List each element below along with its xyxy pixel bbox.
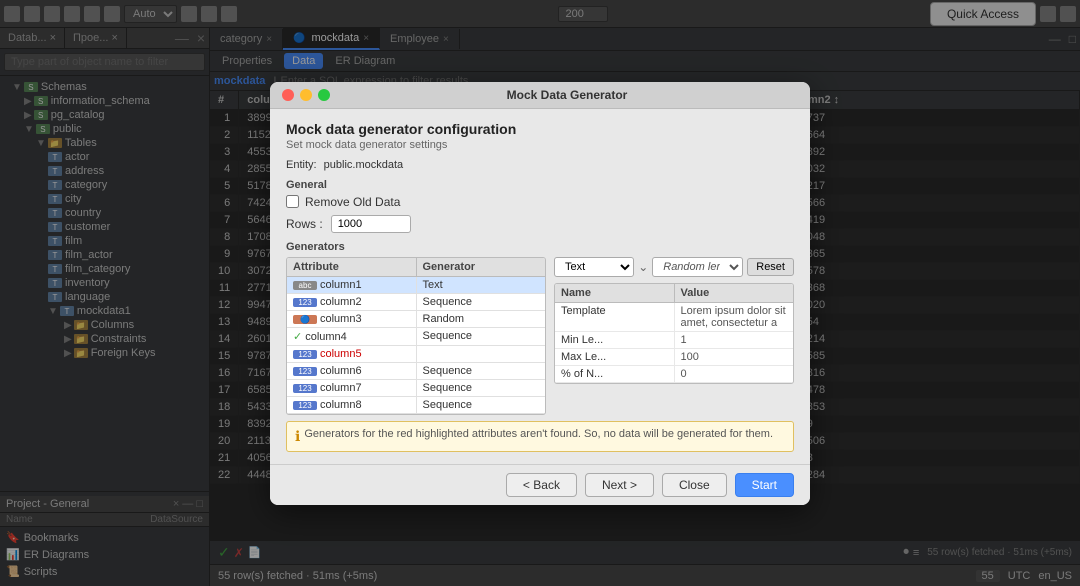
col-type-icon: 123 — [293, 298, 317, 307]
modal-titlebar: Mock Data Generator — [270, 82, 810, 109]
close-button[interactable]: Close — [662, 473, 727, 497]
right-panel: Text ⌄ Random ler Reset Name Value — [554, 257, 794, 415]
param-row-minle: Min Le... 1 — [555, 332, 793, 349]
param-row-template: Template Lorem ipsum dolor sit amet, con… — [555, 303, 793, 332]
param-name: Template — [555, 303, 675, 331]
gen-row-column6[interactable]: 123column6 Sequence — [287, 363, 545, 380]
gen-cell-attr: ✓column4 — [287, 328, 417, 345]
gen-cell-gen: Sequence — [417, 380, 546, 396]
col-type-icon: 123 — [293, 350, 317, 359]
modal-body: Mock data generator configuration Set mo… — [270, 109, 810, 464]
param-row-maxle: Max Le... 100 — [555, 349, 793, 366]
param-value[interactable]: 0 — [675, 366, 794, 382]
gen-name-select[interactable]: Random ler — [652, 257, 743, 277]
param-name: Max Le... — [555, 349, 675, 365]
gen-cell-attr: 123column7 — [287, 380, 417, 396]
params-table: Name Value Template Lorem ipsum dolor si… — [554, 283, 794, 384]
modal-subheader: Set mock data generator settings — [286, 139, 794, 151]
modal-footer: < Back Next > Close Start — [270, 464, 810, 505]
gen-col-generator: Generator — [417, 258, 546, 276]
check-icon: ✓ — [293, 331, 302, 343]
remove-old-data-checkbox[interactable] — [286, 195, 299, 208]
gen-cell-attr: 123column6 — [287, 363, 417, 379]
gen-cell-attr: 123column8 — [287, 397, 417, 413]
param-value[interactable]: Lorem ipsum dolor sit amet, consectetur … — [675, 303, 794, 331]
rows-row: Rows : — [286, 215, 794, 233]
param-row-pctn: % of N... 0 — [555, 366, 793, 383]
gen-row-column2[interactable]: 123column2 Sequence — [287, 294, 545, 311]
params-col-value: Value — [675, 284, 794, 302]
gen-col-attr: Attribute — [287, 258, 417, 276]
next-button[interactable]: Next > — [585, 473, 654, 497]
params-header: Name Value — [555, 284, 793, 303]
generators-area: Attribute Generator abccolumn1 Text 123c… — [286, 257, 794, 415]
generator-table: Attribute Generator abccolumn1 Text 123c… — [286, 257, 546, 415]
rows-input[interactable] — [331, 215, 411, 233]
param-value[interactable]: 1 — [675, 332, 794, 348]
gen-row-column5[interactable]: 123column5 — [287, 346, 545, 363]
modal-title: Mock Data Generator — [336, 88, 798, 102]
gen-cell-attr: 123column2 — [287, 294, 417, 310]
col-type-icon: 123 — [293, 367, 317, 376]
col-type-icon: abc — [293, 281, 317, 290]
back-button[interactable]: < Back — [506, 473, 577, 497]
col-type-icon: 123 — [293, 401, 317, 410]
gen-cell-gen: Random — [417, 311, 546, 327]
warning-row: ℹ Generators for the red highlighted att… — [286, 421, 794, 452]
remove-old-data-label: Remove Old Data — [305, 195, 400, 209]
param-value[interactable]: 100 — [675, 349, 794, 365]
general-section-label: General — [286, 179, 794, 191]
rows-label: Rows : — [286, 217, 323, 231]
gen-cell-attr: 123column5 — [287, 346, 417, 362]
gen-cell-attr: 🔵column3 — [287, 311, 417, 327]
gen-row-column4[interactable]: ✓column4 Sequence — [287, 328, 545, 346]
chevron-icon: ⌄ — [638, 260, 648, 274]
reset-button[interactable]: Reset — [747, 258, 794, 276]
gen-row-column1[interactable]: abccolumn1 Text — [287, 277, 545, 294]
entity-label: Entity: — [286, 159, 317, 171]
col-type-icon: 🔵 — [293, 315, 317, 324]
gen-type-row: Text ⌄ Random ler Reset — [554, 257, 794, 277]
gen-cell-gen: Sequence — [417, 328, 546, 344]
gen-cell-gen: Sequence — [417, 363, 546, 379]
gen-table-header: Attribute Generator — [287, 258, 545, 277]
entity-value: public.mockdata — [324, 159, 404, 171]
generators-label: Generators — [286, 241, 794, 253]
modal-overlay: Mock Data Generator Mock data generator … — [0, 0, 1080, 586]
modal-dialog: Mock Data Generator Mock data generator … — [270, 82, 810, 505]
gen-row-column8[interactable]: 123column8 Sequence — [287, 397, 545, 414]
gen-cell-gen: Sequence — [417, 397, 546, 413]
gen-cell-gen — [417, 352, 546, 356]
gen-type-select[interactable]: Text — [554, 257, 634, 277]
param-name: Min Le... — [555, 332, 675, 348]
gen-cell-gen: Sequence — [417, 294, 546, 310]
modal-minimize-btn[interactable] — [300, 89, 312, 101]
col-type-icon: 123 — [293, 384, 317, 393]
gen-cell-gen: Text — [417, 277, 546, 293]
modal-close-btn[interactable] — [282, 89, 294, 101]
remove-old-data-row: Remove Old Data — [286, 195, 794, 209]
params-col-name: Name — [555, 284, 675, 302]
gen-row-column7[interactable]: 123column7 Sequence — [287, 380, 545, 397]
modal-header: Mock data generator configuration — [286, 121, 794, 137]
param-name: % of N... — [555, 366, 675, 382]
gen-cell-attr: abccolumn1 — [287, 277, 417, 293]
warning-text: Generators for the red highlighted attri… — [304, 428, 773, 440]
warning-icon: ℹ — [295, 428, 300, 445]
modal-entity: Entity: public.mockdata — [286, 159, 794, 171]
start-button[interactable]: Start — [735, 473, 794, 497]
modal-maximize-btn[interactable] — [318, 89, 330, 101]
gen-row-column3[interactable]: 🔵column3 Random — [287, 311, 545, 328]
